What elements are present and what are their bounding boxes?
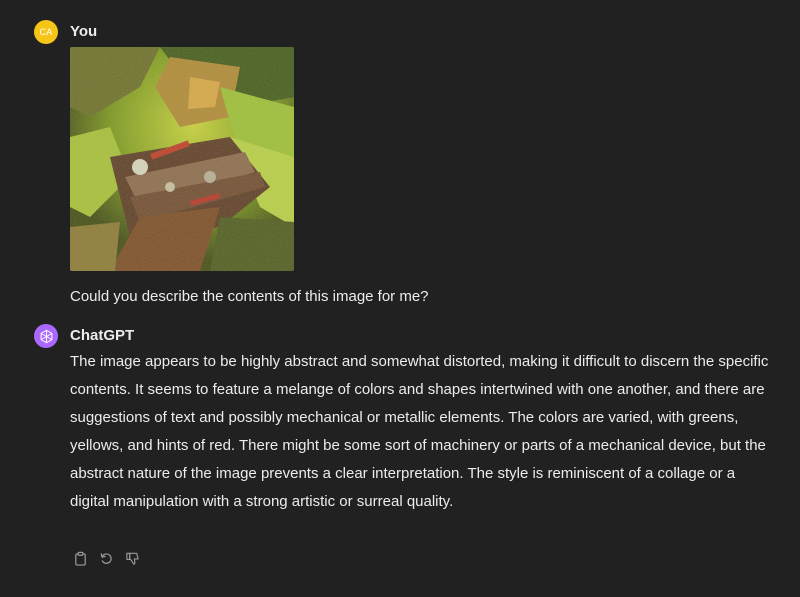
thumbs-down-icon [125, 552, 139, 565]
user-avatar-initials: CA [39, 27, 53, 37]
thumbs-down-button[interactable] [124, 550, 140, 566]
user-message-text: Could you describe the contents of this … [70, 288, 429, 305]
regenerate-icon [100, 552, 112, 564]
user-author-name: You [70, 23, 98, 40]
user-avatar: CA [34, 20, 58, 44]
copy-button[interactable] [72, 550, 88, 566]
message-actions [72, 550, 140, 566]
clipboard-icon [74, 551, 86, 566]
conversation-thread: CA You Could you describe the contents o… [0, 0, 800, 597]
chatgpt-avatar [34, 324, 58, 348]
uploaded-image[interactable] [70, 47, 294, 271]
assistant-author-name: ChatGPT [70, 327, 135, 344]
regenerate-button[interactable] [98, 550, 114, 566]
assistant-message-text: The image appears to be highly abstract … [70, 353, 769, 510]
openai-logo-icon [40, 329, 52, 343]
